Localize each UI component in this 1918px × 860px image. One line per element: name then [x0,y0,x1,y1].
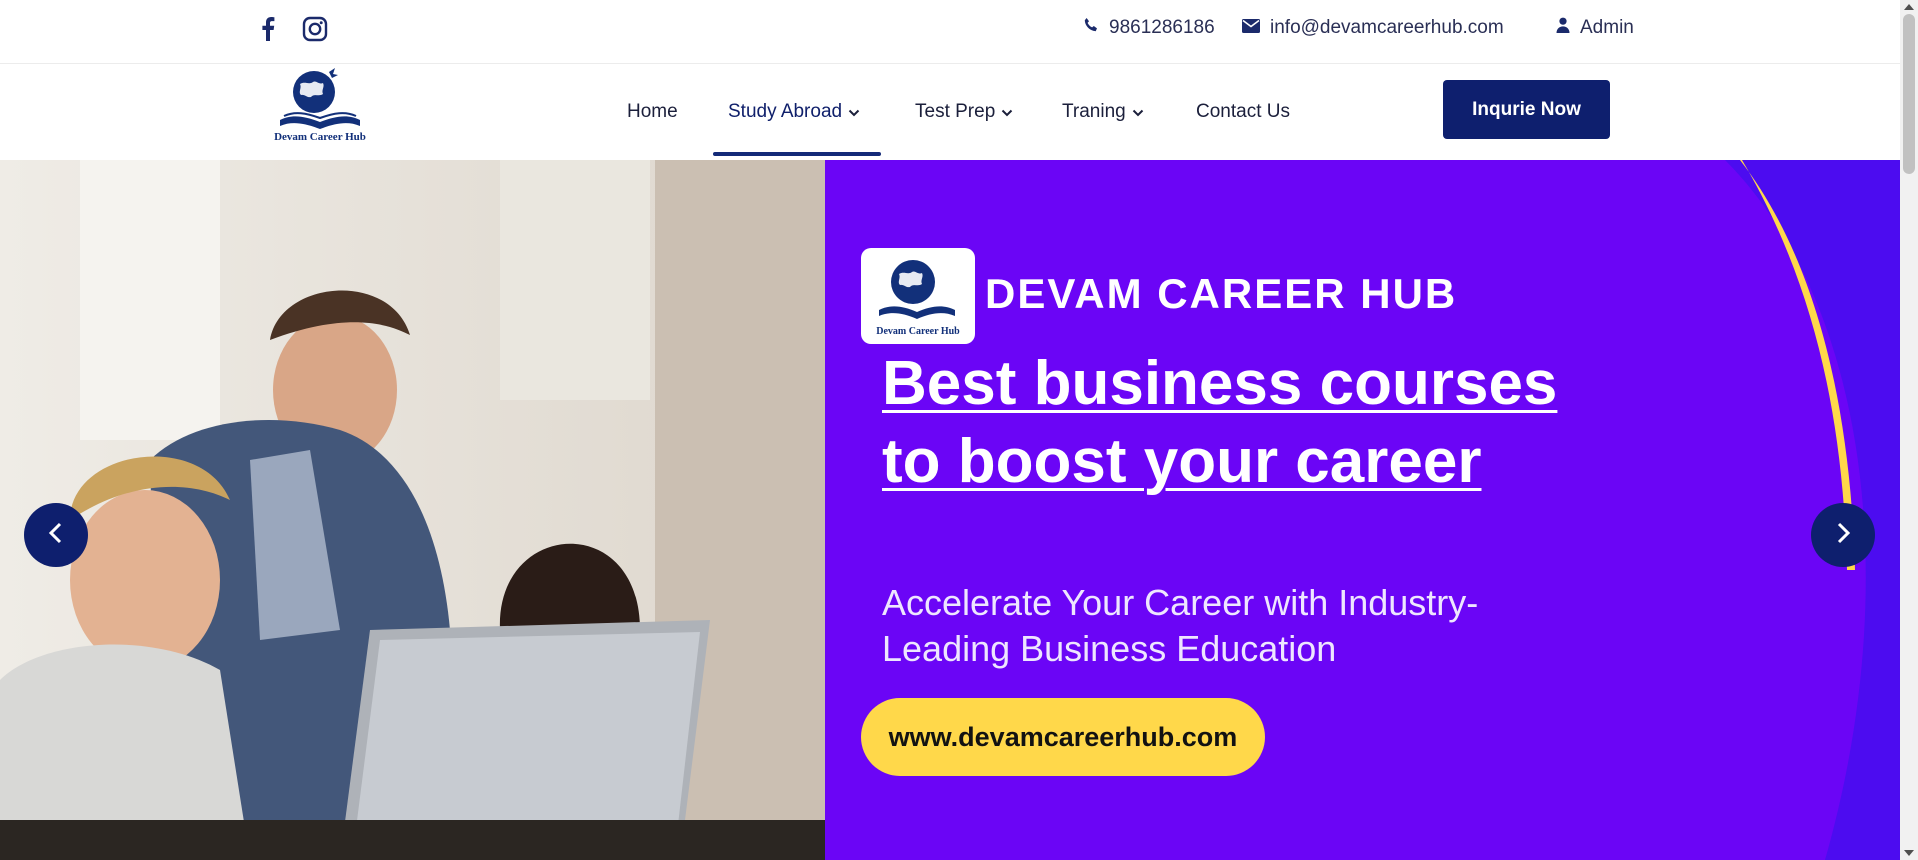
nav-training-label: Traning [1062,101,1126,122]
brand-name: DEVAM CAREER HUB [985,270,1458,317]
nav-home[interactable]: Home [627,101,678,123]
nav-contact-us[interactable]: Contact Us [1196,101,1290,123]
nav-test-prep-label: Test Prep [915,101,996,122]
chevron-down-icon [848,101,860,123]
chevron-left-icon [47,522,65,549]
nav-study-abroad[interactable]: Study Abroad [728,101,860,123]
slider-prev-button[interactable] [24,503,88,567]
email-contact[interactable]: info@devamcareerhub.com [1242,17,1504,39]
headline-line-2: to boost your career [882,427,1482,496]
chevron-down-icon [1132,101,1144,123]
chevron-right-icon [1834,522,1852,549]
top-bar: 9861286186 info@devamcareerhub.com Admin [0,0,1900,64]
main-navigation: Devam Career Hub Home Study Abroad Test … [0,64,1900,160]
promo-banner: Devam Career Hub DEVAM CAREER HUB Best b… [825,160,1900,860]
hero-photo [0,160,825,860]
phone-contact[interactable]: 9861286186 [1083,17,1215,39]
website-pill: www.devamcareerhub.com [861,698,1265,776]
nav-test-prep[interactable]: Test Prep [915,101,1013,123]
admin-account-link[interactable]: Admin [1556,17,1634,39]
user-icon [1556,17,1570,39]
envelope-icon [1242,17,1260,39]
slider-next-button[interactable] [1811,503,1875,567]
hero-slider: Devam Career Hub DEVAM CAREER HUB Best b… [0,160,1900,860]
inquire-now-button[interactable]: Inqurie Now [1443,80,1610,139]
email-address: info@devamcareerhub.com [1270,17,1504,38]
nav-study-abroad-label: Study Abroad [728,101,843,122]
logo-text: Devam Career Hub [274,131,366,143]
chevron-down-icon [1001,101,1013,123]
site-logo[interactable]: Devam Career Hub [258,64,382,146]
brand-logo-badge: Devam Career Hub [861,248,975,344]
headline-line-1: Best business courses [882,349,1558,418]
instagram-icon[interactable] [300,14,330,44]
scroll-up-arrow[interactable] [1904,4,1914,10]
phone-icon [1083,17,1099,39]
scroll-down-arrow[interactable] [1904,850,1914,856]
page-scrollbar[interactable] [1900,0,1918,860]
hero-headline: Best business courses to boost your care… [882,345,1602,501]
facebook-icon[interactable] [253,14,283,44]
active-nav-indicator [713,152,881,156]
phone-number: 9861286186 [1109,17,1215,38]
nav-contact-us-label: Contact Us [1196,101,1290,122]
nav-home-label: Home [627,101,678,122]
scroll-thumb[interactable] [1903,14,1915,174]
brand-logo-text: Devam Career Hub [876,326,960,337]
hero-subline: Accelerate Your Career with Industry-Lea… [882,582,1479,669]
admin-label: Admin [1580,17,1634,38]
nav-training[interactable]: Traning [1062,101,1144,123]
